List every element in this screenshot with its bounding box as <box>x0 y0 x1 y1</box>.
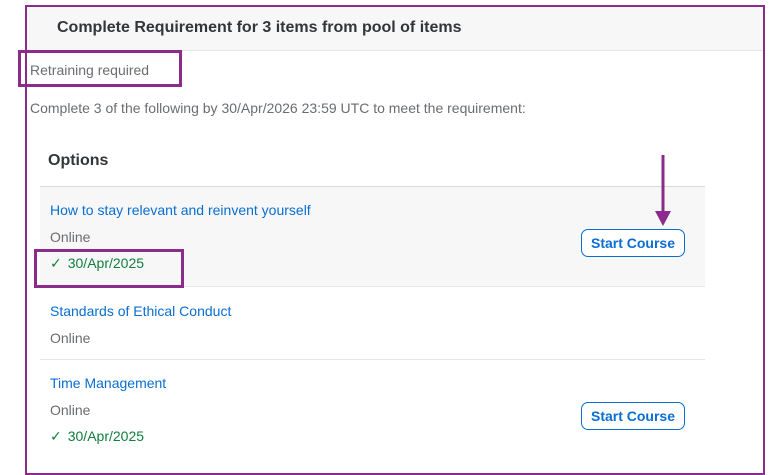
list-item: Standards of Ethical Conduct Online <box>40 287 705 360</box>
course-type: Online <box>50 402 91 418</box>
check-icon: ✓ <box>50 428 62 444</box>
course-link[interactable]: Time Management <box>50 375 166 391</box>
options-list: How to stay relevant and reinvent yourse… <box>40 186 705 460</box>
completion-date: 30/Apr/2025 <box>67 428 145 444</box>
down-arrow-icon <box>655 155 671 226</box>
panel-header: Complete Requirement for 3 items from po… <box>27 7 763 51</box>
start-course-button[interactable]: Start Course <box>581 402 685 430</box>
completion-date-highlight-box <box>34 249 184 288</box>
retraining-status: Retraining required <box>30 62 150 78</box>
course-type: Online <box>50 330 91 346</box>
panel-title: Complete Requirement for 3 items from po… <box>57 19 462 36</box>
list-item: Time Management Online ✓ 30/Apr/2025 Star… <box>40 360 705 460</box>
start-course-button[interactable]: Start Course <box>581 229 685 257</box>
course-link[interactable]: How to stay relevant and reinvent yourse… <box>50 202 311 218</box>
completion-status: ✓ 30/Apr/2025 <box>50 428 144 445</box>
course-type: Online <box>50 229 91 245</box>
course-link[interactable]: Standards of Ethical Conduct <box>50 303 231 319</box>
options-heading: Options <box>48 152 109 169</box>
requirement-instructions: Complete 3 of the following by 30/Apr/20… <box>30 100 526 116</box>
